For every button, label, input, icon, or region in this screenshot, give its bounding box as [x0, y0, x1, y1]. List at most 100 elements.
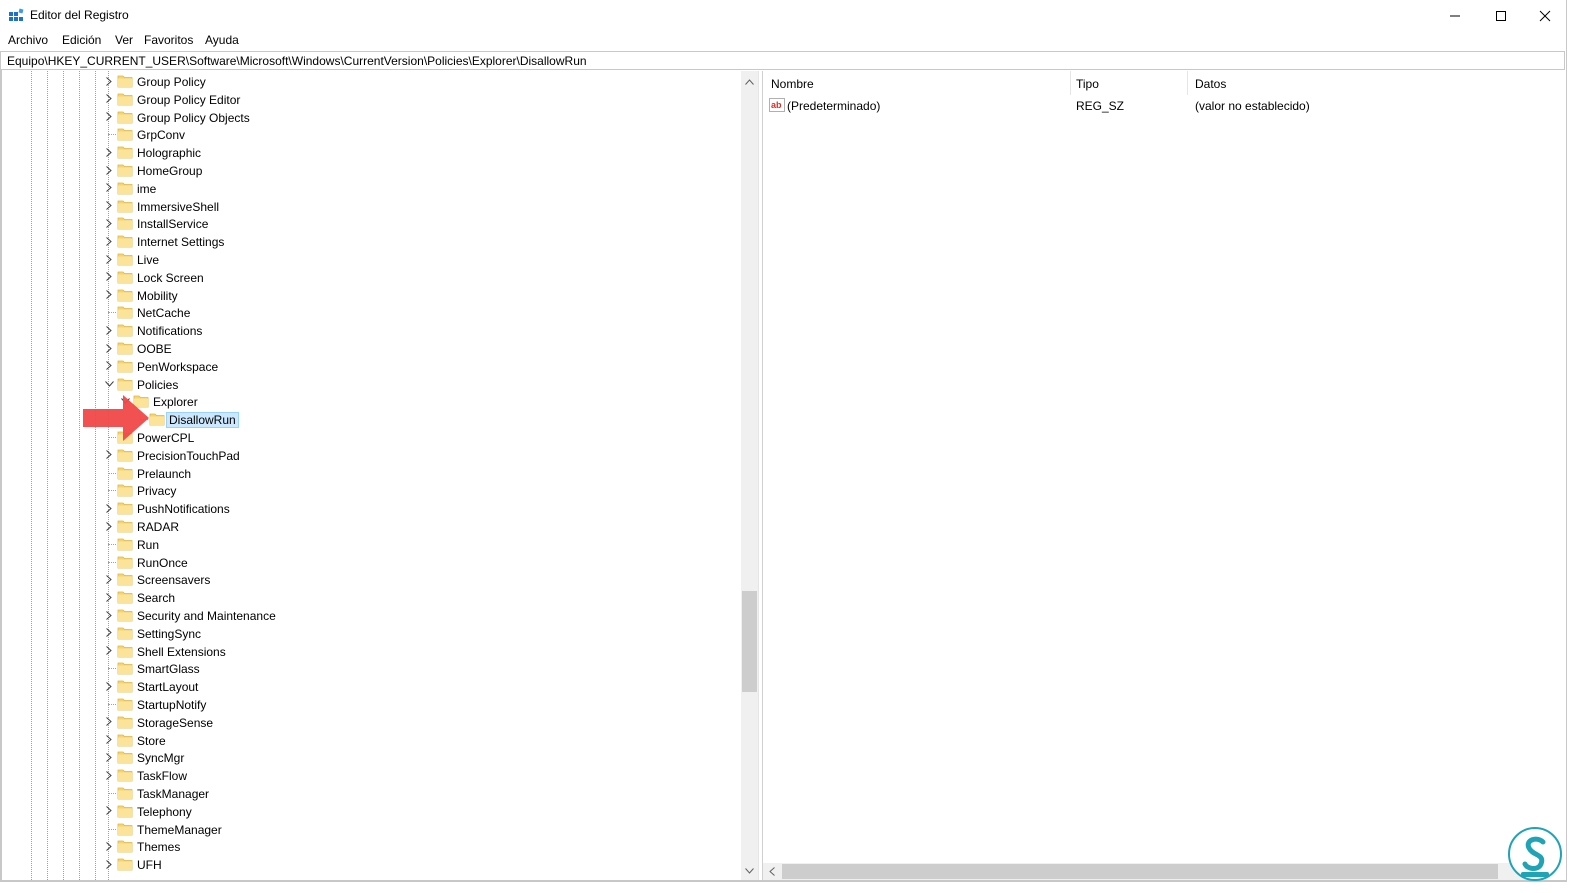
tree-item[interactable]: ImmersiveShell	[2, 198, 742, 216]
tree-expander-button[interactable]	[102, 679, 116, 693]
tree-expander-button[interactable]	[102, 626, 116, 640]
tree-vertical-scrollbar[interactable]	[741, 71, 758, 880]
tree-connector-line	[108, 561, 116, 563]
column-divider[interactable]	[1187, 71, 1188, 95]
tree-item[interactable]: Run	[2, 536, 742, 554]
tree-expander-button[interactable]	[102, 839, 116, 853]
tree-expander-button[interactable]	[102, 341, 116, 355]
tree-expander-button[interactable]	[102, 359, 116, 373]
scroll-left-button[interactable]	[763, 863, 780, 880]
tree-item[interactable]: Group Policy Editor	[2, 91, 742, 109]
tree-expander-button[interactable]	[102, 252, 116, 266]
tree-expander-button[interactable]	[102, 288, 116, 302]
scroll-down-button[interactable]	[741, 862, 758, 879]
tree-item[interactable]: Prelaunch	[2, 465, 742, 483]
chevron-down-icon	[104, 380, 114, 387]
tree-item[interactable]: Store	[2, 732, 742, 750]
folder-icon	[117, 573, 133, 586]
tree-item[interactable]: Screensavers	[2, 571, 742, 589]
tree-item[interactable]: Themes	[2, 838, 742, 856]
tree-expander-button[interactable]	[102, 323, 116, 337]
tree-expander-button[interactable]	[102, 519, 116, 533]
tree-expander-button[interactable]	[102, 163, 116, 177]
tree-item[interactable]: Shell Extensions	[2, 643, 742, 661]
tree-expander-button[interactable]	[102, 644, 116, 658]
column-header-tipo[interactable]: Tipo	[1070, 71, 1188, 95]
tree-item[interactable]: TaskFlow	[2, 767, 742, 785]
value-row[interactable]: ab (Predeterminado) REG_SZ (valor no est…	[763, 97, 1563, 115]
tree-item[interactable]: StartupNotify	[2, 696, 742, 714]
tree-expander-button[interactable]	[102, 110, 116, 124]
menu-ver[interactable]: Ver	[115, 33, 133, 47]
tree-item[interactable]: SmartGlass	[2, 660, 742, 678]
tree-item[interactable]: OOBE	[2, 340, 742, 358]
tree-item[interactable]: Policies	[2, 376, 742, 394]
close-button[interactable]	[1522, 0, 1568, 31]
chevron-right-icon	[106, 343, 112, 353]
tree-expander-button[interactable]	[102, 804, 116, 818]
tree-item[interactable]: GrpConv	[2, 126, 742, 144]
tree-expander-button[interactable]	[102, 768, 116, 782]
tree-expander-button[interactable]	[102, 181, 116, 195]
tree-expander-button[interactable]	[102, 145, 116, 159]
tree-item-label: Security and Maintenance	[137, 609, 276, 623]
tree-item[interactable]: StartLayout	[2, 678, 742, 696]
tree-item[interactable]: Notifications	[2, 322, 742, 340]
tree-item[interactable]: Internet Settings	[2, 233, 742, 251]
maximize-button[interactable]	[1478, 0, 1524, 31]
menu-archivo[interactable]: Archivo	[8, 33, 48, 47]
menu-edicion[interactable]: Edición	[62, 33, 101, 47]
tree-item[interactable]: TaskManager	[2, 785, 742, 803]
tree-item[interactable]: PushNotifications	[2, 500, 742, 518]
tree-expander-button[interactable]	[102, 715, 116, 729]
tree-expander-button[interactable]	[102, 733, 116, 747]
tree-item[interactable]: Holographic	[2, 144, 742, 162]
tree-expander-button[interactable]	[102, 857, 116, 871]
tree-item[interactable]: Telephony	[2, 803, 742, 821]
address-bar[interactable]: Equipo\HKEY_CURRENT_USER\Software\Micros…	[0, 51, 1565, 70]
tree-item[interactable]: Lock Screen	[2, 269, 742, 287]
tree-expander-button[interactable]	[102, 377, 116, 391]
tree-expander-button[interactable]	[102, 501, 116, 515]
tree-item[interactable]: PrecisionTouchPad	[2, 447, 742, 465]
tree-item[interactable]: RunOnce	[2, 554, 742, 572]
tree-expander-button[interactable]	[102, 608, 116, 622]
column-header-nombre[interactable]: Nombre	[765, 71, 1071, 95]
tree-item[interactable]: ime	[2, 180, 742, 198]
tree-expander-button[interactable]	[102, 92, 116, 106]
tree-item[interactable]: Privacy	[2, 482, 742, 500]
tree-item[interactable]: Search	[2, 589, 742, 607]
scroll-up-button[interactable]	[741, 73, 758, 90]
tree-item[interactable]: Group Policy Objects	[2, 109, 742, 127]
tree-item[interactable]: HomeGroup	[2, 162, 742, 180]
tree-expander-button[interactable]	[102, 234, 116, 248]
menu-favoritos[interactable]: Favoritos	[144, 33, 193, 47]
list-scrollbar-thumb[interactable]	[782, 864, 1498, 879]
column-header-datos[interactable]: Datos	[1189, 71, 1559, 95]
tree-expander-button[interactable]	[102, 572, 116, 586]
tree-item[interactable]: InstallService	[2, 215, 742, 233]
tree-item[interactable]: ThemeManager	[2, 821, 742, 839]
tree-item[interactable]: Security and Maintenance	[2, 607, 742, 625]
tree-expander-button[interactable]	[102, 199, 116, 213]
tree-scrollbar-thumb[interactable]	[742, 591, 757, 692]
tree-expander-button[interactable]	[102, 448, 116, 462]
menu-ayuda[interactable]: Ayuda	[205, 33, 239, 47]
minimize-button[interactable]	[1432, 0, 1478, 31]
tree-item[interactable]: SettingSync	[2, 625, 742, 643]
tree-item[interactable]: Group Policy	[2, 73, 742, 91]
tree-item[interactable]: UFH	[2, 856, 742, 874]
tree-expander-button[interactable]	[102, 750, 116, 764]
tree-item[interactable]: Mobility	[2, 287, 742, 305]
tree-expander-button[interactable]	[102, 590, 116, 604]
tree-item[interactable]: NetCache	[2, 304, 742, 322]
tree-expander-button[interactable]	[102, 216, 116, 230]
tree-item[interactable]: StorageSense	[2, 714, 742, 732]
tree-expander-button[interactable]	[102, 270, 116, 284]
chevron-down-icon	[745, 867, 754, 874]
tree-item[interactable]: SyncMgr	[2, 749, 742, 767]
tree-item[interactable]: RADAR	[2, 518, 742, 536]
tree-item[interactable]: PenWorkspace	[2, 358, 742, 376]
tree-item[interactable]: Live	[2, 251, 742, 269]
tree-expander-button[interactable]	[102, 74, 116, 88]
